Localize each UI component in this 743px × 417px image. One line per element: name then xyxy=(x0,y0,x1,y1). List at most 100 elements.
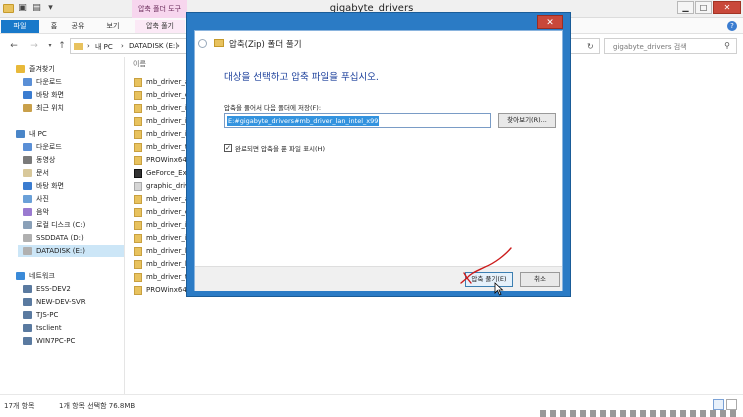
file-item[interactable]: mb_driver_ir xyxy=(134,232,190,244)
dialog-footer: 압축 풀기(E) 취소 xyxy=(195,266,562,291)
search-placeholder: gigabyte_drivers 검색 xyxy=(613,43,687,51)
nav-favorites[interactable]: 즐겨찾기 xyxy=(16,63,55,75)
breadcrumb-datadisk[interactable]: DATADISK (E:) xyxy=(129,42,178,50)
file-item[interactable]: mb_driver_a xyxy=(134,193,189,205)
file-item[interactable]: PROWinx64 xyxy=(134,284,187,296)
extract-button[interactable]: 압축 풀기(E) xyxy=(465,272,513,287)
zip-folder-icon xyxy=(134,259,142,269)
dialog-heading: 대상을 선택하고 압축 파일을 푸십시오. xyxy=(224,72,379,83)
file-item[interactable]: mb_driver_tl xyxy=(134,271,190,283)
breadcrumb-this-pc[interactable]: 내 PC xyxy=(95,42,113,52)
navigation-pane: 즐겨찾기 다운로드 바탕 화면 최근 위치 내 PC 다운로드 동영상 문서 바… xyxy=(0,57,125,394)
computer-icon xyxy=(23,285,32,293)
nav-item-local-disk-c[interactable]: 로컬 디스크 (C:) xyxy=(23,219,85,231)
back-icon[interactable]: ← xyxy=(8,40,20,52)
zip-folder-icon xyxy=(214,39,224,47)
tab-file[interactable]: 파일 xyxy=(1,20,39,33)
dialog-header: 압축(Zip) 폴더 풀기 xyxy=(195,31,562,55)
file-item[interactable]: graphic_driv xyxy=(134,180,189,192)
download-icon xyxy=(23,143,32,151)
cancel-button[interactable]: 취소 xyxy=(520,272,560,287)
close-button[interactable]: ✕ xyxy=(713,1,741,14)
nav-item-pictures[interactable]: 사진 xyxy=(23,193,49,205)
desktop-icon xyxy=(23,91,32,99)
mouse-cursor-icon xyxy=(494,282,504,296)
nav-item-recent[interactable]: 최근 위치 xyxy=(23,102,64,114)
folder-icon xyxy=(134,142,142,152)
nav-item-network-computer[interactable]: tsclient xyxy=(23,322,62,334)
forward-icon[interactable]: → xyxy=(28,40,40,52)
nav-item-music[interactable]: 음악 xyxy=(23,206,49,218)
file-item[interactable]: PROWinx64 xyxy=(134,154,187,166)
nav-item-downloads-pc[interactable]: 다운로드 xyxy=(23,141,62,153)
tab-share[interactable]: 공유 xyxy=(68,20,88,33)
folder-icon xyxy=(74,43,83,50)
tab-view[interactable]: 보기 xyxy=(102,20,124,33)
nav-this-pc[interactable]: 내 PC xyxy=(16,128,47,140)
nav-item-videos[interactable]: 동영상 xyxy=(23,154,55,166)
computer-icon xyxy=(23,324,32,332)
nav-item-network-computer[interactable]: NEW-DEV-SVR xyxy=(23,296,86,308)
nav-item-datadisk-e[interactable]: DATADISK (E:) xyxy=(18,245,124,257)
drive-icon xyxy=(23,234,32,242)
zip-folder-icon xyxy=(134,246,142,256)
nav-item-documents[interactable]: 문서 xyxy=(23,167,49,179)
details-view-icon[interactable] xyxy=(713,399,724,410)
refresh-icon[interactable]: ↻ xyxy=(587,42,594,51)
nav-item-network-computer[interactable]: WIN7PC-PC xyxy=(23,335,75,347)
nav-item-network-computer[interactable]: TJS-PC xyxy=(23,309,58,321)
file-item[interactable]: mb_driver_i xyxy=(134,102,187,114)
file-item[interactable]: mb_driver_c xyxy=(134,89,189,101)
file-item[interactable]: GeForce_Exp xyxy=(134,167,191,179)
extract-dialog: ✕ 압축(Zip) 폴더 풀기 대상을 선택하고 압축 파일을 푸십시오. 압축… xyxy=(186,12,571,297)
folder-icon xyxy=(134,129,142,139)
item-count: 17개 항목 xyxy=(4,402,35,410)
view-buttons xyxy=(713,399,737,410)
nav-network[interactable]: 네트워크 xyxy=(16,270,55,282)
nav-item-desktop-pc[interactable]: 바탕 화면 xyxy=(23,180,64,192)
column-header-name[interactable]: 이름 xyxy=(127,57,187,71)
music-icon xyxy=(23,208,32,216)
nav-item-desktop[interactable]: 바탕 화면 xyxy=(23,89,64,101)
destination-label: 압축을 풀어서 다음 폴더에 저장(F): xyxy=(224,104,322,112)
file-item[interactable]: mb_driver_a xyxy=(134,76,189,88)
tab-home[interactable]: 홈 xyxy=(44,20,64,33)
computer-icon xyxy=(16,130,25,138)
file-item[interactable]: mb_driver_la xyxy=(134,245,191,257)
selection-info: 1개 항목 선택함 76.8MB xyxy=(59,402,136,410)
maximize-button[interactable]: □ xyxy=(695,1,712,14)
zip-folder-icon xyxy=(134,220,142,230)
nav-item-downloads[interactable]: 다운로드 xyxy=(23,76,62,88)
star-icon xyxy=(16,65,25,73)
large-icons-view-icon[interactable] xyxy=(726,399,737,410)
dialog-close-button[interactable]: ✕ xyxy=(537,15,563,29)
dialog-body: 압축(Zip) 폴더 풀기 대상을 선택하고 압축 파일을 푸십시오. 압축을 … xyxy=(194,30,563,291)
search-input[interactable]: gigabyte_drivers 검색 ⚲ xyxy=(604,38,737,54)
help-icon[interactable]: ? xyxy=(727,21,737,31)
recent-locations-icon[interactable]: ▾ xyxy=(44,40,56,52)
caption-buttons: ▁ □ ✕ xyxy=(677,1,741,14)
file-item[interactable]: mb_driver_la xyxy=(134,258,191,270)
tab-extract[interactable]: 압축 풀기 xyxy=(135,20,185,33)
show-files-checkbox[interactable]: ✓ 완료되면 압축을 푼 파일 표시(H) xyxy=(224,143,325,153)
desktop-icon xyxy=(23,182,32,190)
file-item[interactable]: mb_driver_tl xyxy=(134,141,190,153)
file-item[interactable]: mb_driver_ir xyxy=(134,219,190,231)
folder-icon xyxy=(134,155,142,165)
nav-item-ssddata-d[interactable]: SSDDATA (D:) xyxy=(23,232,84,244)
drive-icon xyxy=(23,247,32,255)
file-item[interactable]: mb_driver_ir xyxy=(134,128,190,140)
video-icon xyxy=(23,156,32,164)
browse-button[interactable]: 찾아보기(R)... xyxy=(498,113,556,128)
drive-icon xyxy=(23,221,32,229)
minimize-button[interactable]: ▁ xyxy=(677,1,694,14)
back-icon[interactable] xyxy=(198,39,207,48)
destination-field[interactable]: E:#gigabyte_drivers#mb_driver_lan_intel_… xyxy=(224,113,491,128)
file-item[interactable]: mb_driver_c xyxy=(134,206,189,218)
folder-icon xyxy=(134,103,142,113)
search-icon: ⚲ xyxy=(724,41,730,50)
checkmark-icon[interactable]: ✓ xyxy=(224,144,232,152)
file-item[interactable]: mb_driver_ir xyxy=(134,115,190,127)
nav-item-network-computer[interactable]: ESS-DEV2 xyxy=(23,283,71,295)
up-icon[interactable]: ↑ xyxy=(56,40,68,52)
